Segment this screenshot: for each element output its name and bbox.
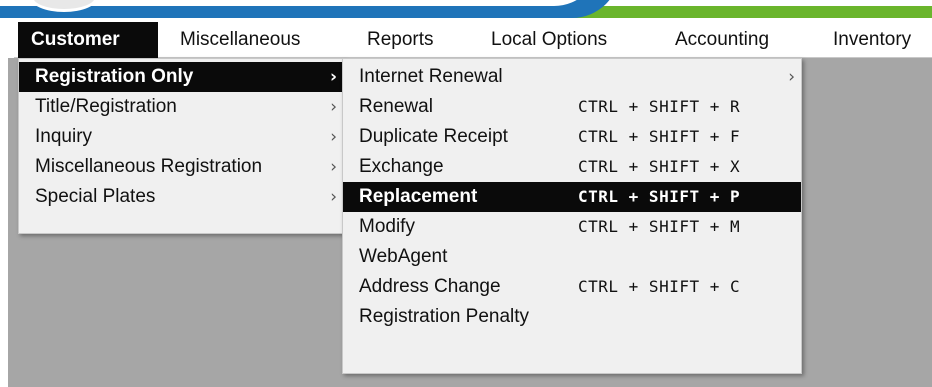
- menu-item-label: Address Change: [359, 276, 501, 297]
- keyboard-shortcut: CTRL + SHIFT + R: [578, 97, 741, 116]
- chevron-right-icon: ›: [788, 67, 795, 87]
- menu-item-renewal[interactable]: Renewal CTRL + SHIFT + R: [343, 92, 801, 122]
- menu-item-internet-renewal[interactable]: Internet Renewal ›: [343, 62, 801, 92]
- menu-customer[interactable]: Customer: [18, 22, 158, 58]
- keyboard-shortcut: CTRL + SHIFT + X: [578, 157, 741, 176]
- menu-item-registration-only[interactable]: Registration Only ›: [19, 62, 343, 92]
- chevron-right-icon: ›: [330, 97, 337, 117]
- menu-reports[interactable]: Reports: [367, 22, 434, 58]
- chevron-right-icon: ›: [330, 157, 337, 177]
- menu-item-label: Title/Registration: [35, 96, 177, 117]
- menu-item-label: Renewal: [359, 96, 433, 117]
- chevron-right-icon: ›: [330, 187, 337, 207]
- chevron-right-icon: ›: [330, 127, 337, 147]
- menu-item-exchange[interactable]: Exchange CTRL + SHIFT + X: [343, 152, 801, 182]
- menu-inventory[interactable]: Inventory: [833, 22, 911, 58]
- menu-item-label: Replacement: [359, 186, 478, 207]
- menu-item-miscellaneous-registration[interactable]: Miscellaneous Registration ›: [19, 152, 343, 182]
- keyboard-shortcut: CTRL + SHIFT + M: [578, 217, 741, 236]
- menu-item-address-change[interactable]: Address Change CTRL + SHIFT + C: [343, 272, 801, 302]
- menu-item-label: Exchange: [359, 156, 444, 177]
- menu-item-label: Miscellaneous Registration: [35, 156, 263, 177]
- menu-item-label: Registration Penalty: [359, 306, 530, 327]
- menu-item-inquiry[interactable]: Inquiry ›: [19, 122, 343, 152]
- menu-item-title-registration[interactable]: Title/Registration ›: [19, 92, 343, 122]
- menu-item-registration-penalty[interactable]: Registration Penalty: [343, 302, 801, 332]
- main-menu-bar: Customer Miscellaneous Reports Local Opt…: [0, 22, 932, 58]
- customer-dropdown-menu: Registration Only › Title/Registration ›…: [18, 58, 344, 234]
- registration-only-submenu: Internet Renewal › Renewal CTRL + SHIFT …: [342, 58, 802, 374]
- menu-item-webagent[interactable]: WebAgent: [343, 242, 801, 272]
- menu-item-label: Internet Renewal: [359, 66, 503, 87]
- menu-item-label: WebAgent: [359, 246, 448, 267]
- menu-item-special-plates[interactable]: Special Plates ›: [19, 182, 343, 212]
- menu-item-label: Duplicate Receipt: [359, 126, 508, 147]
- menu-miscellaneous[interactable]: Miscellaneous: [180, 22, 300, 58]
- menu-item-label: Modify: [359, 216, 415, 237]
- keyboard-shortcut: CTRL + SHIFT + F: [578, 127, 741, 146]
- menu-item-label: Registration Only: [35, 66, 194, 87]
- menu-item-label: Inquiry: [35, 126, 93, 147]
- menu-accounting[interactable]: Accounting: [675, 22, 769, 58]
- top-banner: [0, 0, 932, 22]
- menu-local-options[interactable]: Local Options: [491, 22, 607, 58]
- menu-item-label: Special Plates: [35, 186, 156, 207]
- menu-item-duplicate-receipt[interactable]: Duplicate Receipt CTRL + SHIFT + F: [343, 122, 801, 152]
- keyboard-shortcut: CTRL + SHIFT + P: [578, 187, 741, 206]
- menu-item-replacement[interactable]: Replacement CTRL + SHIFT + P: [343, 182, 801, 212]
- menu-item-modify[interactable]: Modify CTRL + SHIFT + M: [343, 212, 801, 242]
- chevron-right-icon: ›: [329, 67, 337, 87]
- keyboard-shortcut: CTRL + SHIFT + C: [578, 277, 741, 296]
